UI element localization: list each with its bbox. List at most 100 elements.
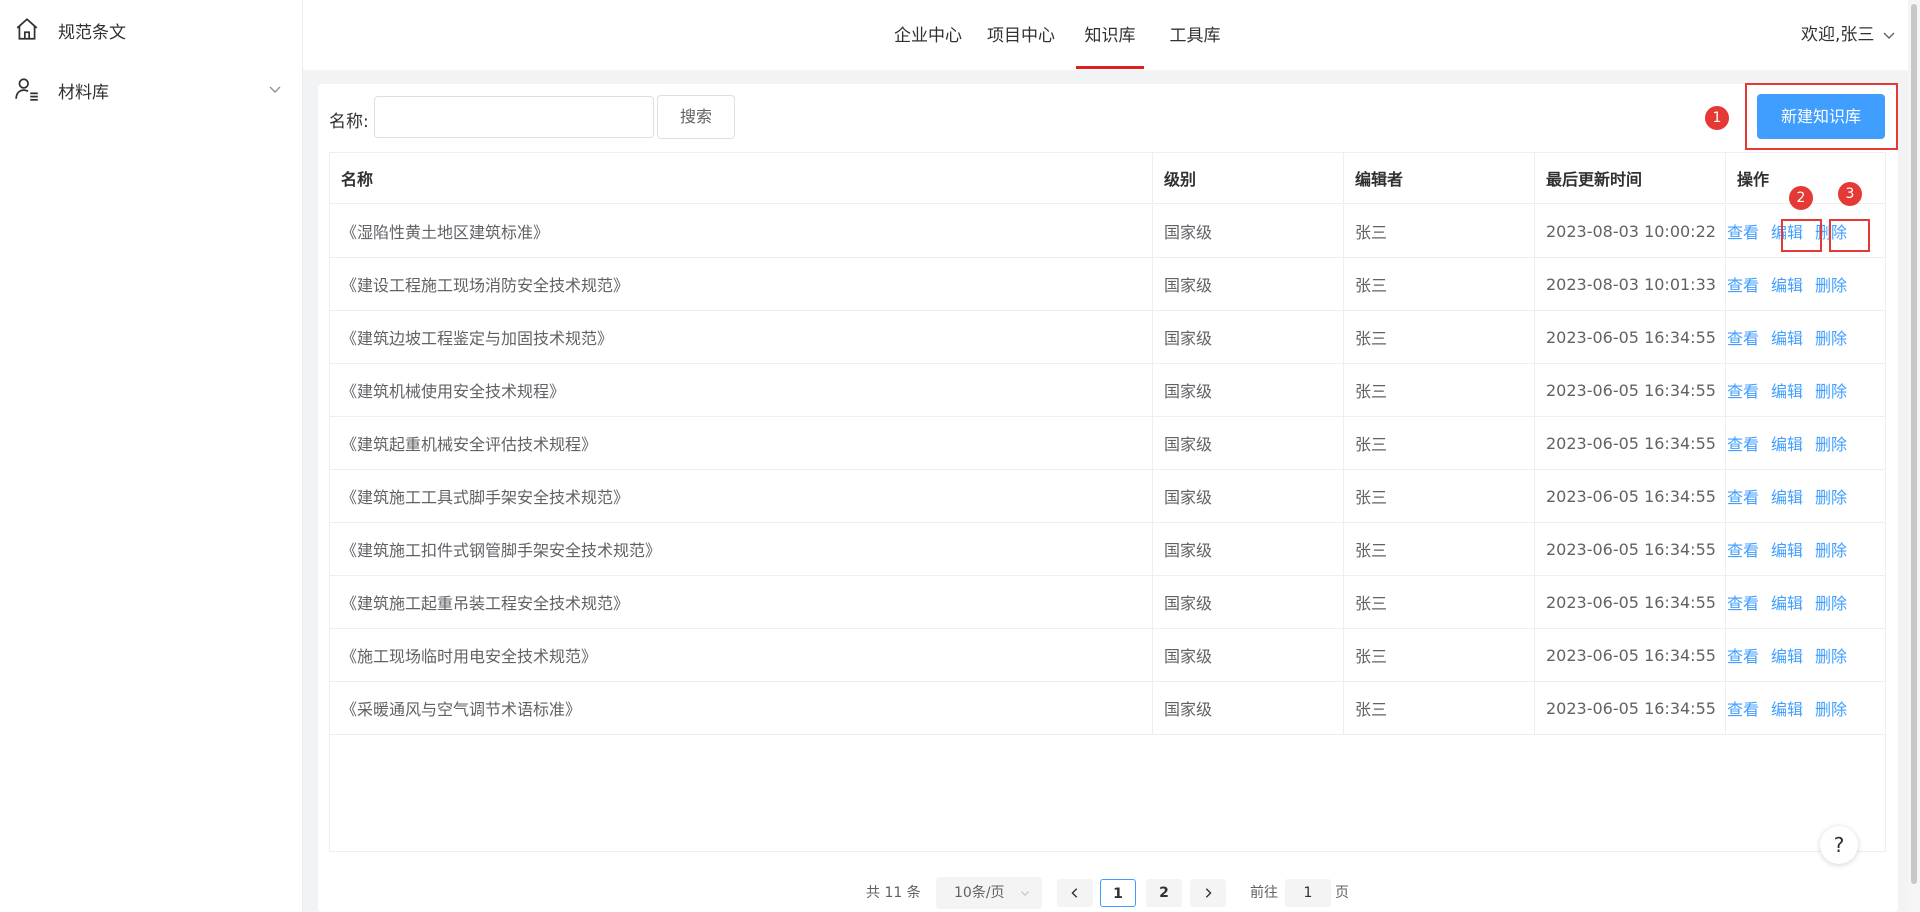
table-row: 《施工现场临时用电安全技术规范》 国家级 张三 2023-06-05 16:34:55… xyxy=(330,629,1885,682)
view-link[interactable]: 查看 xyxy=(1727,590,1759,614)
delete-link[interactable]: 删除 xyxy=(1815,537,1847,561)
cell-actions: 查看 编辑 删除 xyxy=(1726,629,1885,681)
cell-actions: 查看 编辑 删除 xyxy=(1726,470,1885,522)
tab-enterprise-center[interactable]: 企业中心 xyxy=(893,0,963,70)
cell-editor: 张三 xyxy=(1344,523,1535,575)
cell-level: 国家级 xyxy=(1153,205,1344,257)
cell-name: 《建筑施工起重吊装工程安全技术规范》 xyxy=(330,576,1153,628)
header-updated-time: 最后更新时间 xyxy=(1535,153,1726,203)
sidebar-item-materials[interactable]: 材料库 xyxy=(0,60,303,120)
cell-updated-time: 2023-08-03 10:01:33 xyxy=(1535,258,1726,310)
annotation-marker-3: 3 xyxy=(1838,182,1862,206)
annotation-highlight-delete xyxy=(1829,219,1870,252)
view-link[interactable]: 查看 xyxy=(1727,325,1759,349)
view-link[interactable]: 查看 xyxy=(1727,219,1759,243)
cell-editor: 张三 xyxy=(1344,629,1535,681)
table-header: 名称 级别 编辑者 最后更新时间 操作 xyxy=(330,153,1885,204)
cell-level: 国家级 xyxy=(1153,576,1344,628)
search-input[interactable] xyxy=(374,96,654,138)
page-button-2[interactable]: 2 xyxy=(1146,879,1182,907)
sidebar-item-standards[interactable]: 规范条文 xyxy=(0,0,303,60)
cell-actions: 查看 编辑 删除 xyxy=(1726,576,1885,628)
annotation-highlight-edit xyxy=(1781,219,1822,252)
edit-link[interactable]: 编辑 xyxy=(1771,643,1803,667)
help-button[interactable]: ? xyxy=(1820,826,1858,864)
cell-name: 《建筑起重机械安全评估技术规程》 xyxy=(330,417,1153,469)
tab-project-center[interactable]: 项目中心 xyxy=(986,0,1056,70)
view-link[interactable]: 查看 xyxy=(1727,643,1759,667)
table-row: 《建设工程施工现场消防安全技术规范》 国家级 张三 2023-08-03 10:01:… xyxy=(330,258,1885,311)
view-link[interactable]: 查看 xyxy=(1727,272,1759,296)
cell-level: 国家级 xyxy=(1153,682,1344,734)
sidebar-item-label: 规范条文 xyxy=(58,22,126,43)
cell-name: 《采暖通风与空气调节术语标准》 xyxy=(330,682,1153,734)
edit-link[interactable]: 编辑 xyxy=(1771,272,1803,296)
cell-editor: 张三 xyxy=(1344,205,1535,257)
cell-updated-time: 2023-06-05 16:34:55 xyxy=(1535,364,1726,416)
delete-link[interactable]: 删除 xyxy=(1815,431,1847,455)
edit-link[interactable]: 编辑 xyxy=(1771,537,1803,561)
view-link[interactable]: 查看 xyxy=(1727,484,1759,508)
scrollbar-thumb[interactable] xyxy=(1911,4,1917,884)
home-icon xyxy=(16,18,38,40)
delete-link[interactable]: 删除 xyxy=(1815,590,1847,614)
tab-knowledge-base[interactable]: 知识库 xyxy=(1076,0,1144,70)
chevron-down-icon xyxy=(1021,891,1029,896)
cell-editor: 张三 xyxy=(1344,682,1535,734)
cell-actions: 查看 编辑 删除 xyxy=(1726,311,1885,363)
cell-level: 国家级 xyxy=(1153,470,1344,522)
view-link[interactable]: 查看 xyxy=(1727,537,1759,561)
annotation-marker-1: 1 xyxy=(1705,106,1729,130)
page-size-select[interactable]: 10条/页 xyxy=(936,877,1042,909)
cell-editor: 张三 xyxy=(1344,258,1535,310)
cell-level: 国家级 xyxy=(1153,311,1344,363)
page-button-1[interactable]: 1 xyxy=(1100,879,1136,907)
table-row: 《采暖通风与空气调节术语标准》 国家级 张三 2023-06-05 16:34:55 查… xyxy=(330,682,1885,735)
delete-link[interactable]: 删除 xyxy=(1815,643,1847,667)
new-knowledge-base-button[interactable]: 新建知识库 xyxy=(1757,94,1885,139)
delete-link[interactable]: 删除 xyxy=(1815,272,1847,296)
view-link[interactable]: 查看 xyxy=(1727,378,1759,402)
chevron-down-icon xyxy=(269,86,281,93)
cell-name: 《建筑边坡工程鉴定与加固技术规范》 xyxy=(330,311,1153,363)
delete-link[interactable]: 删除 xyxy=(1815,378,1847,402)
goto-suffix: 页 xyxy=(1335,885,1349,901)
view-link[interactable]: 查看 xyxy=(1727,431,1759,455)
view-link[interactable]: 查看 xyxy=(1727,696,1759,720)
header-name: 名称 xyxy=(330,153,1153,203)
tab-tool-library[interactable]: 工具库 xyxy=(1168,0,1222,70)
user-list-icon xyxy=(15,78,38,101)
edit-link[interactable]: 编辑 xyxy=(1771,378,1803,402)
prev-page-button[interactable] xyxy=(1057,879,1093,907)
delete-link[interactable]: 删除 xyxy=(1815,325,1847,349)
pagination-total: 共 11 条 xyxy=(866,885,921,901)
edit-link[interactable]: 编辑 xyxy=(1771,696,1803,720)
cell-name: 《施工现场临时用电安全技术规范》 xyxy=(330,629,1153,681)
edit-link[interactable]: 编辑 xyxy=(1771,484,1803,508)
search-label: 名称: xyxy=(329,112,369,132)
cell-level: 国家级 xyxy=(1153,258,1344,310)
cell-name: 《建设工程施工现场消防安全技术规范》 xyxy=(330,258,1153,310)
cell-updated-time: 2023-06-05 16:34:55 xyxy=(1535,470,1726,522)
delete-link[interactable]: 删除 xyxy=(1815,484,1847,508)
knowledge-base-table: 名称 级别 编辑者 最后更新时间 操作 《湿陷性黄土地区建筑标准》 国家级 张三 20… xyxy=(329,152,1886,852)
edit-link[interactable]: 编辑 xyxy=(1771,590,1803,614)
goto-page-input[interactable] xyxy=(1285,879,1331,907)
next-page-button[interactable] xyxy=(1190,879,1226,907)
annotation-marker-2: 2 xyxy=(1789,186,1813,210)
active-tab-indicator xyxy=(1076,66,1144,69)
edit-link[interactable]: 编辑 xyxy=(1771,325,1803,349)
search-button[interactable]: 搜索 xyxy=(657,95,735,139)
table-row: 《建筑施工扣件式钢管脚手架安全技术规范》 国家级 张三 2023-06-05 16:3… xyxy=(330,523,1885,576)
cell-actions: 查看 编辑 删除 xyxy=(1726,523,1885,575)
delete-link[interactable]: 删除 xyxy=(1815,696,1847,720)
cell-level: 国家级 xyxy=(1153,364,1344,416)
cell-updated-time: 2023-06-05 16:34:55 xyxy=(1535,682,1726,734)
vertical-scrollbar[interactable] xyxy=(1908,0,1920,912)
user-menu[interactable]: 欢迎,张三 xyxy=(1801,0,1896,70)
cell-updated-time: 2023-06-05 16:34:55 xyxy=(1535,417,1726,469)
cell-name: 《建筑施工工具式脚手架安全技术规范》 xyxy=(330,470,1153,522)
cell-name: 《建筑施工扣件式钢管脚手架安全技术规范》 xyxy=(330,523,1153,575)
edit-link[interactable]: 编辑 xyxy=(1771,431,1803,455)
cell-actions: 查看 编辑 删除 xyxy=(1726,417,1885,469)
